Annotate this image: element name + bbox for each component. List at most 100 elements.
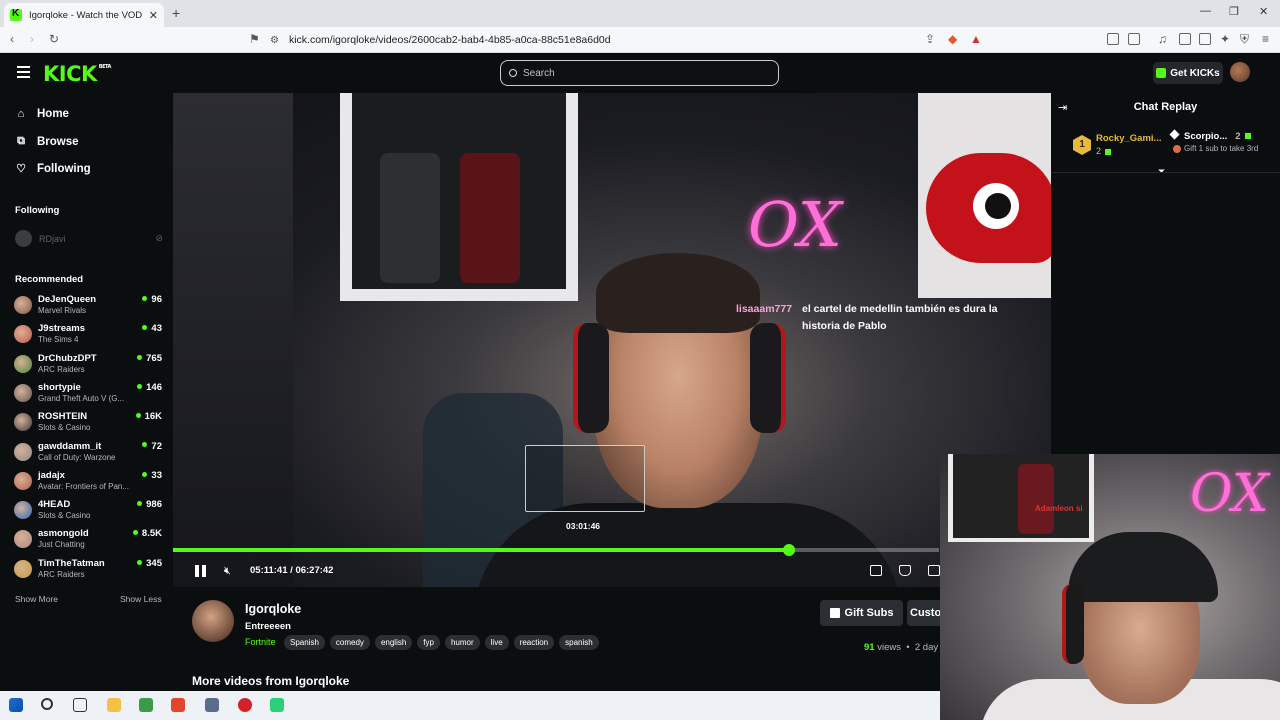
views-count: 91	[864, 642, 875, 653]
reload-icon[interactable]: ↻	[49, 32, 59, 46]
sidebar: ⌂ Home ⧉ Browse ♡ Following Following RD…	[0, 93, 173, 691]
leaderboard-user-2[interactable]: Scorpio... 2	[1169, 129, 1251, 142]
kick-logo[interactable]: KICK BETA	[43, 62, 111, 86]
recommended-channel-item[interactable]: 4HEAD Slots & Casino 986	[14, 498, 162, 524]
app-icon[interactable]	[205, 698, 219, 712]
live-dot-icon	[132, 530, 138, 536]
back-icon[interactable]: ‹	[10, 32, 14, 46]
kick-app-icon[interactable]	[270, 698, 284, 712]
sidebar-item-home[interactable]: ⌂ Home	[15, 108, 69, 120]
store-icon[interactable]	[139, 698, 153, 712]
video-player[interactable]: OX lisaaam777 el cartel de medellin tamb…	[173, 93, 1051, 587]
viewer-count: 96	[142, 294, 162, 305]
get-kicks-button[interactable]: Get KICKs	[1153, 62, 1223, 84]
file-explorer-icon[interactable]	[107, 698, 121, 712]
site-settings-icon[interactable]: ⚙	[270, 35, 279, 46]
channel-avatar[interactable]	[192, 600, 234, 642]
recommended-channel-item[interactable]: shortypie Grand Theft Auto V (G... 146	[14, 381, 162, 407]
sidebar-item-following[interactable]: ♡ Following	[15, 162, 91, 176]
start-icon[interactable]	[9, 698, 23, 712]
recommended-channel-item[interactable]: J9streams The Sims 4 43	[14, 322, 162, 348]
task-view-icon[interactable]	[73, 698, 87, 712]
tag-chip[interactable]: humor	[444, 635, 480, 650]
search-input[interactable]	[523, 67, 743, 79]
brave-rewards-icon[interactable]: ▲	[970, 32, 982, 46]
wallet-icon[interactable]	[1199, 33, 1211, 45]
leaderboard-rank-badge: 1	[1073, 135, 1091, 155]
progress-handle[interactable]	[782, 544, 795, 556]
tag-chip[interactable]: spanish	[559, 635, 599, 650]
progress-bar[interactable]	[173, 544, 939, 556]
tag-chip[interactable]: fyp	[417, 635, 440, 650]
bookmark-icon[interactable]: ⚑	[249, 32, 260, 46]
following-header: Following	[15, 205, 60, 216]
player-controls: 🔇︎ 05:11:41 / 06:27:42	[173, 559, 943, 583]
brave-browser-icon[interactable]	[171, 698, 185, 712]
leaderboard-user-1[interactable]: Rocky_Gami...	[1096, 133, 1161, 144]
pip-icon[interactable]	[870, 565, 882, 576]
reader-icon[interactable]	[1179, 33, 1191, 45]
avatar	[14, 442, 32, 461]
browser-tab[interactable]: Igorqloke - Watch the VOD on K ✕	[4, 3, 164, 27]
brave-shields-icon[interactable]: ◆	[948, 32, 957, 46]
share-icon[interactable]: ⇪	[925, 32, 935, 46]
recommended-channel-item[interactable]: DrChubzDPT ARC Raiders 765	[14, 352, 162, 378]
leo-icon[interactable]: ✦	[1220, 32, 1230, 46]
restore-icon[interactable]: ❐	[1229, 5, 1239, 18]
tag-chip[interactable]: Spanish	[284, 635, 325, 650]
viewer-count-value: 16K	[144, 411, 162, 423]
recommended-channel-item[interactable]: ROSHTEIN Slots & Casino 16K	[14, 410, 162, 436]
search-box[interactable]	[500, 60, 779, 86]
vpn-icon[interactable]: ⛨	[1240, 32, 1249, 47]
hamburger-menu-icon[interactable]	[17, 66, 30, 78]
tag-chip[interactable]: english	[374, 635, 413, 650]
live-dot-icon	[137, 501, 143, 507]
new-tab-button[interactable]: +	[172, 5, 180, 21]
pause-button[interactable]	[195, 565, 207, 577]
webcam-cap	[1068, 532, 1218, 602]
current-time: 05:11:41	[250, 565, 288, 576]
gift-subs-button[interactable]: Gift Subs	[820, 600, 903, 626]
category-link[interactable]: Fortnite	[245, 637, 276, 647]
recorder-icon[interactable]	[238, 698, 252, 712]
recommended-channel-item[interactable]: asmongold Just Chatting 8.5K	[14, 527, 162, 553]
windows-taskbar	[0, 691, 940, 720]
search-icon[interactable]	[41, 698, 53, 710]
channel-name[interactable]: Igorqloke	[245, 602, 301, 616]
headphone-right	[750, 323, 786, 433]
following-channel-item[interactable]: RDjavi ⊘	[15, 230, 163, 247]
tag-chip[interactable]: reaction	[513, 635, 555, 650]
show-more-button[interactable]: Show More	[15, 594, 58, 604]
gift-sub-cta[interactable]: Gift 1 sub to take 3rd	[1173, 144, 1264, 153]
viewer-count: 8.5K	[132, 528, 162, 539]
muted-speaker-icon[interactable]: 🔇︎	[224, 565, 231, 578]
menu-icon[interactable]: ≡	[1262, 32, 1269, 46]
recommended-channel-item[interactable]: TimTheTatman ARC Raiders 345	[14, 557, 162, 583]
channel-category: ARC Raiders	[38, 569, 85, 579]
close-window-icon[interactable]: ✕	[1259, 5, 1268, 18]
music-icon[interactable]: ♫	[1158, 32, 1167, 46]
channel-name: RDjavi	[39, 233, 66, 244]
wall-art-frame	[340, 93, 578, 301]
forward-icon[interactable]: ›	[30, 32, 34, 46]
sidebar-item-browse[interactable]: ⧉ Browse	[15, 135, 78, 148]
viewer-count: 72	[142, 441, 162, 452]
recommended-channel-item[interactable]: jadajx Avatar: Frontiers of Pan... 33	[14, 469, 162, 495]
theater-mode-icon[interactable]	[899, 565, 911, 576]
recommended-channel-item[interactable]: gawddamm_it Call of Duty: Warzone 72	[14, 440, 162, 466]
url-field[interactable]: ⚙ kick.com/igorqloke/videos/2600cab2-bab…	[270, 30, 990, 50]
extension-icon[interactable]	[1107, 33, 1119, 45]
sidebar-panel-icon[interactable]	[1128, 33, 1140, 45]
tag-chip[interactable]: live	[484, 635, 509, 650]
user-avatar[interactable]	[1230, 62, 1250, 82]
webcam-wall-art	[948, 454, 1094, 542]
fullscreen-icon[interactable]	[928, 565, 940, 576]
show-less-button[interactable]: Show Less	[120, 594, 162, 604]
minimize-icon[interactable]: —	[1200, 5, 1211, 17]
recommended-channel-item[interactable]: DeJenQueen Marvel Rivals 96	[14, 293, 162, 319]
tab-title: Igorqloke - Watch the VOD on K	[29, 9, 143, 21]
tag-chip[interactable]: comedy	[329, 635, 370, 650]
channel-name: jadajx	[38, 469, 65, 481]
channel-category: Just Chatting	[38, 540, 85, 550]
close-tab-icon[interactable]: ✕	[149, 9, 158, 22]
